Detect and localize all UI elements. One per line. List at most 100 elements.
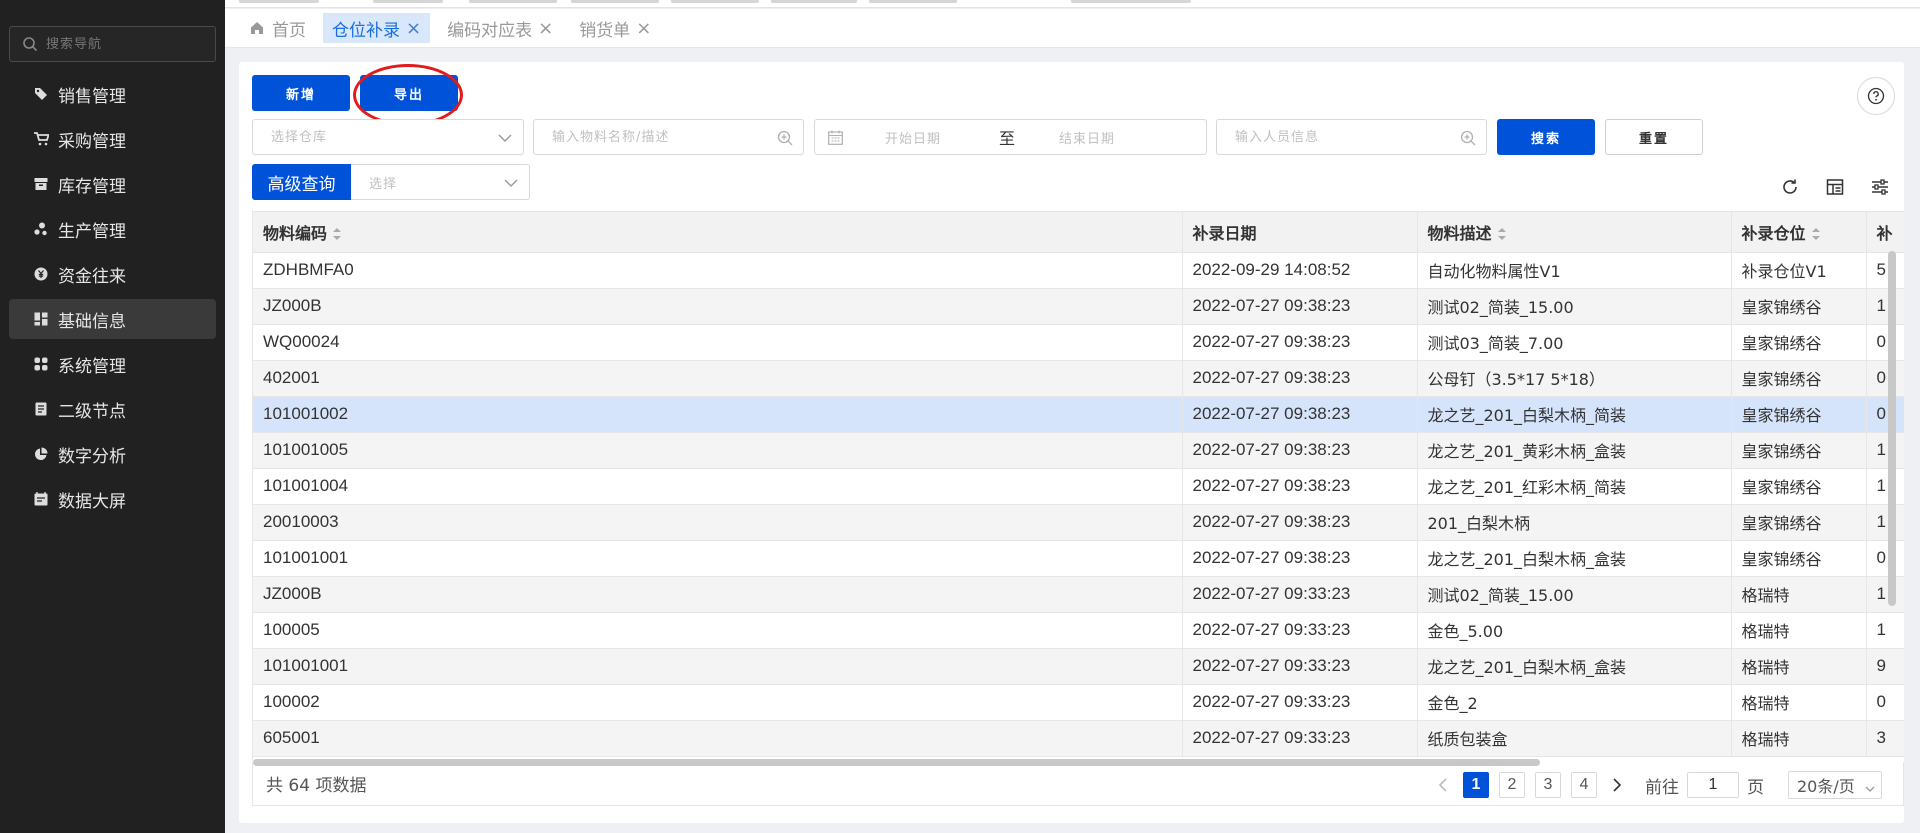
cell-record-bin: 皇家锦绣谷 xyxy=(1731,468,1867,505)
cell-material-desc: 龙之艺_201_白梨木柄_盒装 xyxy=(1417,648,1732,685)
column-settings-icon[interactable] xyxy=(1825,177,1845,197)
table-row[interactable]: 101001001 2022-07-27 09:33:23 龙之艺_201_白梨木柄… xyxy=(253,648,1904,685)
tab-home[interactable]: 首页 xyxy=(241,13,315,43)
sidebar-item-basic-info[interactable]: 基础信息 xyxy=(9,299,216,339)
sidebar-item-analysis[interactable]: 数字分析 xyxy=(9,434,216,474)
prev-page-icon[interactable] xyxy=(1433,772,1453,798)
sidebar-item-label: 采购管理 xyxy=(58,131,126,152)
column-header-record-date[interactable]: 补录日期 xyxy=(1182,212,1418,253)
tab-sales-order[interactable]: 销货单 × xyxy=(570,13,660,43)
sidebar-item-sales[interactable]: 销售管理 xyxy=(9,74,216,114)
cell-material-code: WQ00024 xyxy=(253,324,1183,361)
close-icon[interactable]: × xyxy=(636,18,651,39)
cell-material-desc: 测试02_简装_15.00 xyxy=(1417,576,1732,613)
add-button[interactable]: 新增 xyxy=(252,75,350,111)
page-button[interactable]: 1 xyxy=(1463,772,1489,798)
table-row[interactable]: 101001002 2022-07-27 09:38:23 龙之艺_201_白梨木柄… xyxy=(253,396,1904,433)
sidebar-item-purchase[interactable]: 采购管理 xyxy=(9,119,216,159)
date-range-picker[interactable]: 开始日期 至 结束日期 xyxy=(814,119,1207,155)
tab-bin-supplement[interactable]: 仓位补录 × xyxy=(323,13,431,43)
sidebar-item-production[interactable]: 生产管理 xyxy=(9,209,216,249)
cell-record-bin: 皇家锦绣谷 xyxy=(1731,540,1867,577)
column-header-truncated[interactable]: 补 xyxy=(1866,212,1904,253)
page-size-select[interactable]: 20条/页 xyxy=(1788,771,1882,799)
cell-record-bin: 格瑞特 xyxy=(1731,684,1867,721)
table-row[interactable]: 101001004 2022-07-27 09:38:23 龙之艺_201_红彩木柄… xyxy=(253,468,1904,505)
column-header-record-bin[interactable]: 补录仓位 xyxy=(1731,212,1867,253)
cell-record-date: 2022-07-27 09:38:23 xyxy=(1182,504,1418,541)
cell-material-desc: 201_白梨木柄 xyxy=(1417,504,1732,541)
nav-search-box[interactable] xyxy=(9,26,216,62)
reset-button[interactable]: 重置 xyxy=(1605,119,1703,155)
page-button[interactable]: 2 xyxy=(1499,772,1525,798)
cell-material-code: 402001 xyxy=(253,360,1183,397)
sidebar-item-funds[interactable]: 资金往来 xyxy=(9,254,216,294)
vertical-scrollbar[interactable] xyxy=(1888,251,1896,606)
table-row[interactable]: 605001 2022-07-27 09:33:23 纸质包装盒 格瑞特 3 xyxy=(253,720,1904,757)
cell-record-date: 2022-07-27 09:38:23 xyxy=(1182,324,1418,361)
cell-record-date: 2022-07-27 09:33:23 xyxy=(1182,684,1418,721)
start-date-input[interactable]: 开始日期 xyxy=(885,128,941,147)
sidebar-item-system[interactable]: 系统管理 xyxy=(9,344,216,384)
page-button[interactable]: 4 xyxy=(1571,772,1597,798)
end-date-input[interactable]: 结束日期 xyxy=(1059,128,1115,147)
sidebar-item-big-screen[interactable]: 数据大屏 xyxy=(9,479,216,519)
person-search-field[interactable] xyxy=(1216,119,1487,155)
tab-label: 仓位补录 xyxy=(332,20,400,41)
table-row[interactable]: WQ00024 2022-07-27 09:38:23 测试03_简装_7.00 皇家… xyxy=(253,324,1904,361)
tab-code-mapping[interactable]: 编码对应表 × xyxy=(438,13,562,43)
advanced-query-label[interactable]: 高级查询 xyxy=(252,164,351,200)
export-button[interactable]: 导出 xyxy=(360,75,458,111)
cell-material-desc: 公母钉（3.5*17 5*18） xyxy=(1417,360,1732,397)
table-row[interactable]: 20010003 2022-07-27 09:38:23 201_白梨木柄 皇家锦绣谷… xyxy=(253,504,1904,541)
close-icon[interactable]: × xyxy=(406,18,421,39)
table-row[interactable]: 101001005 2022-07-27 09:38:23 龙之艺_201_黄彩木柄… xyxy=(253,432,1904,469)
column-header-material-code[interactable]: 物料编码 xyxy=(253,212,1183,253)
cell-record-bin: 皇家锦绣谷 xyxy=(1731,288,1867,325)
table-row[interactable]: 101001001 2022-07-27 09:38:23 龙之艺_201_白梨木柄… xyxy=(253,540,1904,577)
sort-icon[interactable] xyxy=(1811,228,1820,241)
cell-material-desc: 龙之艺_201_白梨木柄_盒装 xyxy=(1417,540,1732,577)
sort-icon[interactable] xyxy=(1497,228,1506,241)
close-icon[interactable]: × xyxy=(538,18,553,39)
nav-search-input[interactable] xyxy=(46,36,196,52)
column-header-material-desc[interactable]: 物料描述 xyxy=(1417,212,1732,253)
person-search-input[interactable] xyxy=(1217,120,1486,154)
table-row[interactable]: 100005 2022-07-27 09:33:23 金色_5.00 格瑞特 1 xyxy=(253,612,1904,649)
sidebar-item-secondary-node[interactable]: 二级节点 xyxy=(9,389,216,429)
header-tab-stub xyxy=(671,0,759,3)
sidebar-item-label: 数字分析 xyxy=(58,446,126,467)
cell-material-code: 101001002 xyxy=(253,396,1183,433)
advanced-query-select[interactable]: 选择 xyxy=(351,164,530,200)
next-page-icon[interactable] xyxy=(1607,772,1627,798)
cell-truncated: 0 xyxy=(1866,396,1904,433)
filter-settings-icon[interactable] xyxy=(1870,177,1890,197)
material-search-field[interactable] xyxy=(533,119,804,155)
sidebar-item-inventory[interactable]: 库存管理 xyxy=(9,164,216,204)
sidebar-item-label: 资金往来 xyxy=(58,266,126,287)
table-row[interactable]: ZDHBMFA0 2022-09-29 14:08:52 自动化物料属性V1 补录仓位… xyxy=(253,252,1904,289)
table-row[interactable]: JZ000B 2022-07-27 09:33:23 测试02_简装_15.00 格瑞… xyxy=(253,576,1904,613)
table-row[interactable]: JZ000B 2022-07-27 09:38:23 测试02_简装_15.00 皇家… xyxy=(253,288,1904,325)
header-tab-stub xyxy=(771,0,857,3)
table-row[interactable]: 100002 2022-07-27 09:33:23 金色_2 格瑞特 0 xyxy=(253,684,1904,721)
material-search-input[interactable] xyxy=(534,120,803,154)
refresh-icon[interactable] xyxy=(1780,177,1800,197)
goto-page-input[interactable] xyxy=(1687,772,1739,798)
zoom-search-icon[interactable] xyxy=(777,130,793,146)
header-tab-stub xyxy=(373,0,443,3)
sidebar: 销售管理 采购管理 库存管理 生产管理 资金往来 基础信息 系统管理 二级节点 xyxy=(0,0,225,833)
sort-icon[interactable] xyxy=(333,228,342,241)
warehouse-select[interactable] xyxy=(252,119,524,155)
help-icon[interactable] xyxy=(1857,77,1895,115)
cell-material-desc: 纸质包装盒 xyxy=(1417,720,1732,757)
sidebar-item-label: 数据大屏 xyxy=(58,491,126,512)
warehouse-select-input[interactable] xyxy=(253,120,523,154)
search-button[interactable]: 搜索 xyxy=(1497,119,1595,155)
cell-record-bin: 皇家锦绣谷 xyxy=(1731,360,1867,397)
page-button[interactable]: 3 xyxy=(1535,772,1561,798)
zoom-search-icon[interactable] xyxy=(1460,130,1476,146)
table-row[interactable]: 402001 2022-07-27 09:38:23 公母钉（3.5*17 5*18… xyxy=(253,360,1904,397)
cell-record-date: 2022-07-27 09:38:23 xyxy=(1182,540,1418,577)
table-body: ZDHBMFA0 2022-09-29 14:08:52 自动化物料属性V1 补录仓位… xyxy=(253,252,1904,757)
